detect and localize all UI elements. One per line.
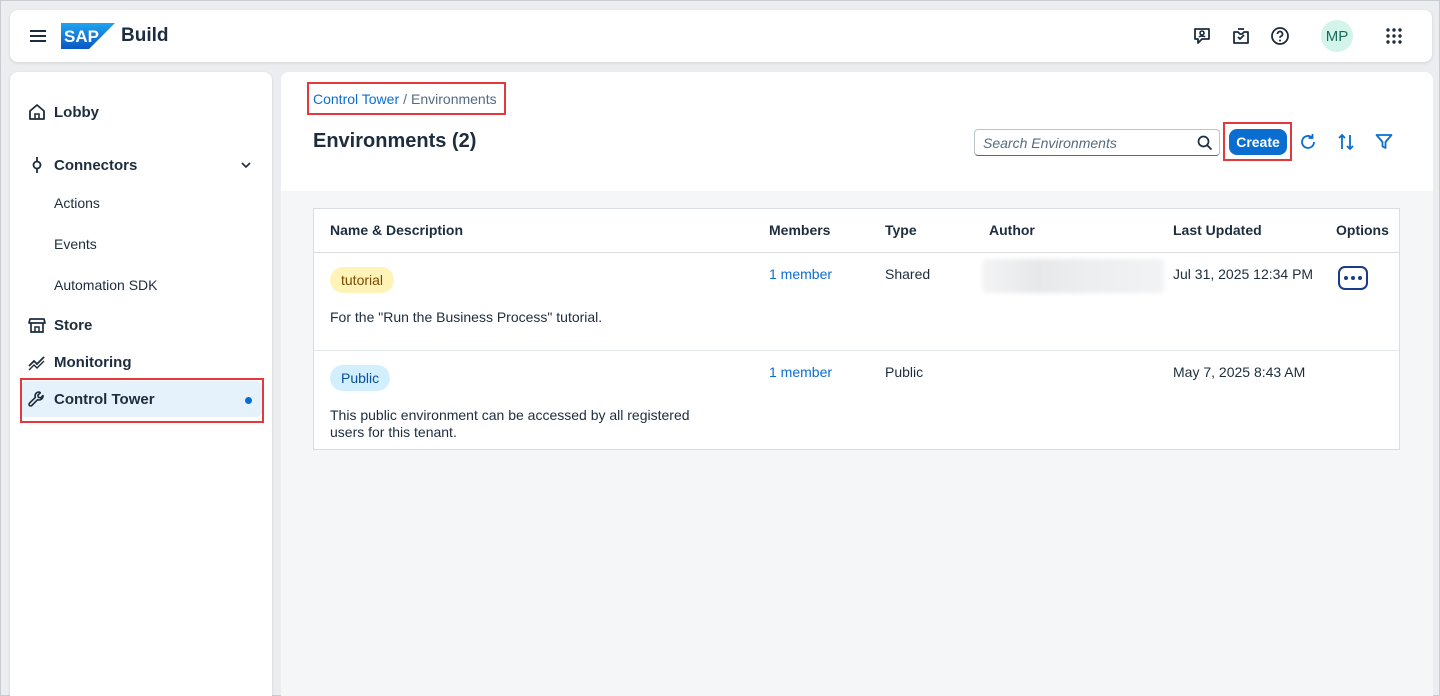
environment-tag[interactable]: tutorial <box>330 267 395 293</box>
menu-icon[interactable] <box>28 26 48 46</box>
more-dot <box>1344 276 1348 280</box>
page-title: Environments (2) <box>313 130 477 152</box>
notifications-inbox-icon[interactable] <box>1230 25 1252 47</box>
members-link[interactable]: 1 member <box>769 266 832 282</box>
refresh-icon[interactable] <box>1298 132 1318 152</box>
page-header: Control Tower / Environments Environment… <box>281 72 1433 191</box>
column-header-last-updated[interactable]: Last Updated <box>1173 222 1262 238</box>
main-content: Control Tower / Environments Environment… <box>281 72 1433 696</box>
environment-description: For the "Run the Business Process" tutor… <box>330 309 603 325</box>
search-input[interactable] <box>983 133 1183 153</box>
sidebar-item-store[interactable]: Store <box>20 307 262 343</box>
environments-table: Name & Description Members Type Author L… <box>313 208 1400 450</box>
chevron-down-icon[interactable] <box>240 159 252 171</box>
sidebar-item-events[interactable]: Events <box>20 227 262 261</box>
sidebar-item-label: Lobby <box>54 103 99 121</box>
app-grid-icon[interactable] <box>1383 25 1405 47</box>
store-icon <box>28 318 46 333</box>
column-header-name[interactable]: Name & Description <box>330 222 463 238</box>
author-redacted <box>982 259 1164 293</box>
side-navigation: Lobby Connectors Actions Events Automati… <box>10 72 272 696</box>
sidebar-item-actions[interactable]: Actions <box>20 186 262 220</box>
last-updated: May 7, 2025 8:43 AM <box>1173 364 1306 380</box>
user-avatar[interactable]: MP <box>1321 20 1353 52</box>
last-updated: Jul 31, 2025 12:34 PM <box>1173 266 1314 282</box>
environment-description: This public environment can be accessed … <box>330 407 690 440</box>
sidebar-item-label: Monitoring <box>54 353 132 371</box>
search-field[interactable] <box>974 129 1220 156</box>
sort-icon[interactable] <box>1336 132 1356 152</box>
highlight-box <box>20 378 264 423</box>
help-icon[interactable] <box>1269 25 1291 47</box>
environment-tag[interactable]: Public <box>330 365 391 391</box>
home-icon <box>29 104 45 120</box>
sidebar-item-label: Automation SDK <box>54 277 158 293</box>
row-divider <box>314 350 1399 351</box>
members-link[interactable]: 1 member <box>769 364 832 380</box>
header-divider <box>314 252 1399 253</box>
sidebar-item-lobby[interactable]: Lobby <box>20 94 262 130</box>
sap-logo[interactable]: SAP <box>61 23 115 49</box>
sidebar-item-automation-sdk[interactable]: Automation SDK <box>20 268 262 302</box>
search-icon[interactable] <box>1197 135 1213 151</box>
sidebar-item-label: Store <box>54 316 93 334</box>
shell-bar: SAP Build MP <box>10 10 1432 62</box>
monitoring-icon <box>28 356 45 371</box>
environment-type: Public <box>885 364 924 380</box>
svg-text:SAP: SAP <box>64 27 99 46</box>
highlight-box <box>1223 122 1292 161</box>
filter-icon[interactable] <box>1374 132 1394 152</box>
environment-type: Shared <box>885 266 931 282</box>
column-header-author[interactable]: Author <box>989 222 1035 238</box>
product-name: Build <box>121 25 169 46</box>
sidebar-item-label: Actions <box>54 195 100 211</box>
sidebar-item-monitoring[interactable]: Monitoring <box>20 344 262 380</box>
column-header-members[interactable]: Members <box>769 222 830 238</box>
column-header-type[interactable]: Type <box>885 222 917 238</box>
more-dot <box>1358 276 1362 280</box>
sidebar-item-label: Connectors <box>54 156 138 174</box>
feedback-icon[interactable] <box>1191 25 1213 47</box>
column-header-options: Options <box>1336 222 1389 238</box>
options-button[interactable] <box>1338 266 1368 290</box>
sidebar-item-connectors[interactable]: Connectors <box>20 147 262 183</box>
connector-icon <box>32 157 42 173</box>
sidebar-item-label: Events <box>54 236 97 252</box>
more-dot <box>1351 276 1355 280</box>
highlight-box <box>307 82 506 115</box>
